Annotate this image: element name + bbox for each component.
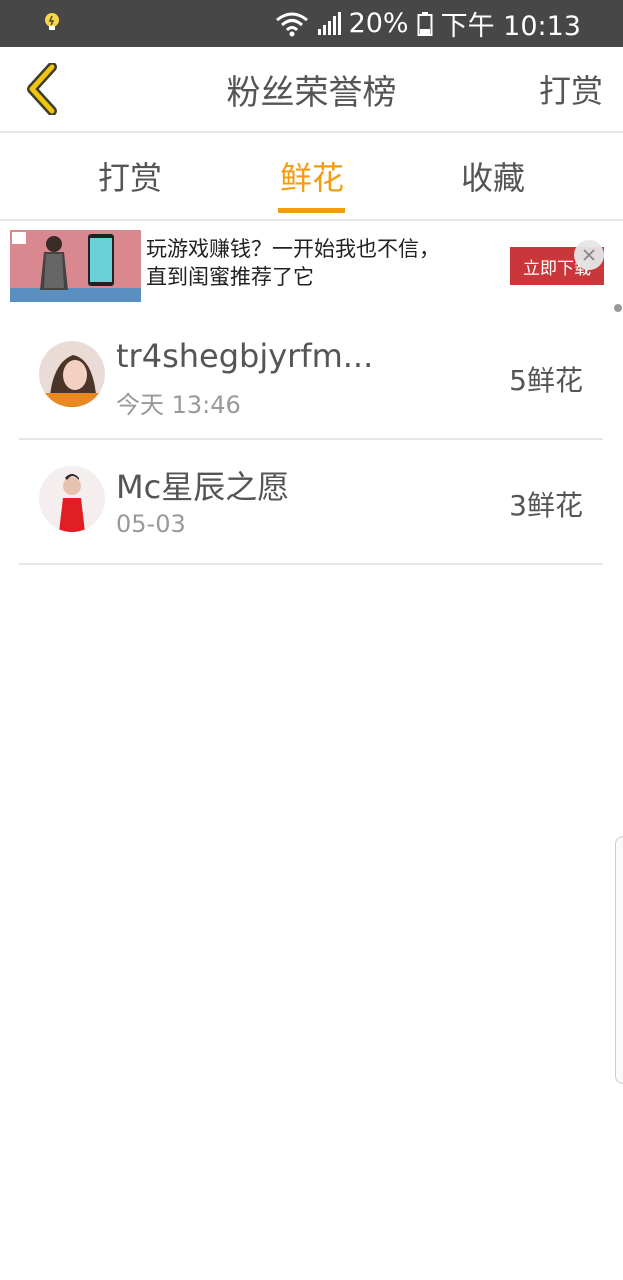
ad-text-line2: 直到闺蜜推荐了它 — [146, 265, 314, 289]
close-icon — [583, 249, 595, 261]
list-item[interactable]: tr4shegbjyrfm... 今天 13:46 5鲜花 — [19, 313, 603, 440]
fan-time: 今天 13:46 — [116, 391, 241, 419]
active-tab-indicator — [278, 208, 345, 213]
clock: 下午 10:13 — [440, 11, 581, 42]
list-item[interactable]: Mc星辰之愿 05-03 3鲜花 — [19, 438, 603, 565]
page-title: 粉丝荣誉榜 — [226, 72, 397, 113]
wifi-icon — [275, 11, 309, 37]
edge-panel-handle[interactable] — [615, 836, 623, 1084]
ad-image — [10, 230, 141, 302]
status-indicators: 20% 下午 10:13 — [275, 0, 581, 47]
tab-reward[interactable]: 打赏 — [70, 133, 190, 219]
ad-text: 玩游戏赚钱？一开始我也不信， 直到闺蜜推荐了它 — [146, 235, 496, 291]
tab-favorites[interactable]: 收藏 — [433, 133, 553, 219]
back-button[interactable] — [14, 61, 70, 117]
avatar — [39, 466, 105, 532]
flower-count: 3鲜花 — [509, 489, 583, 522]
notification-bulb-icon — [40, 10, 64, 34]
signal-icon — [317, 11, 341, 37]
ad-text-line1: 玩游戏赚钱？一开始我也不信， — [146, 237, 440, 261]
flower-count: 5鲜花 — [509, 364, 583, 397]
tab-bar: 打赏 鲜花 收藏 — [0, 133, 623, 221]
fan-name: tr4shegbjyrfm... — [116, 337, 374, 375]
battery-icon — [417, 11, 433, 37]
avatar — [39, 341, 105, 407]
ad-close-button[interactable] — [574, 240, 604, 270]
chevron-left-icon — [27, 63, 57, 115]
reward-button[interactable]: 打赏 — [539, 47, 603, 131]
fan-time: 05-03 — [116, 510, 186, 538]
status-bar: 20% 下午 10:13 — [0, 0, 623, 47]
header: 粉丝荣誉榜 打赏 — [0, 47, 623, 133]
tab-flowers[interactable]: 鲜花 — [252, 133, 372, 219]
fan-name: Mc星辰之愿 — [116, 468, 290, 506]
ad-banner[interactable]: 玩游戏赚钱？一开始我也不信， 直到闺蜜推荐了它 立即下载 — [0, 221, 623, 307]
side-indicator-dot — [614, 304, 622, 312]
battery-percent: 20% — [348, 8, 409, 39]
